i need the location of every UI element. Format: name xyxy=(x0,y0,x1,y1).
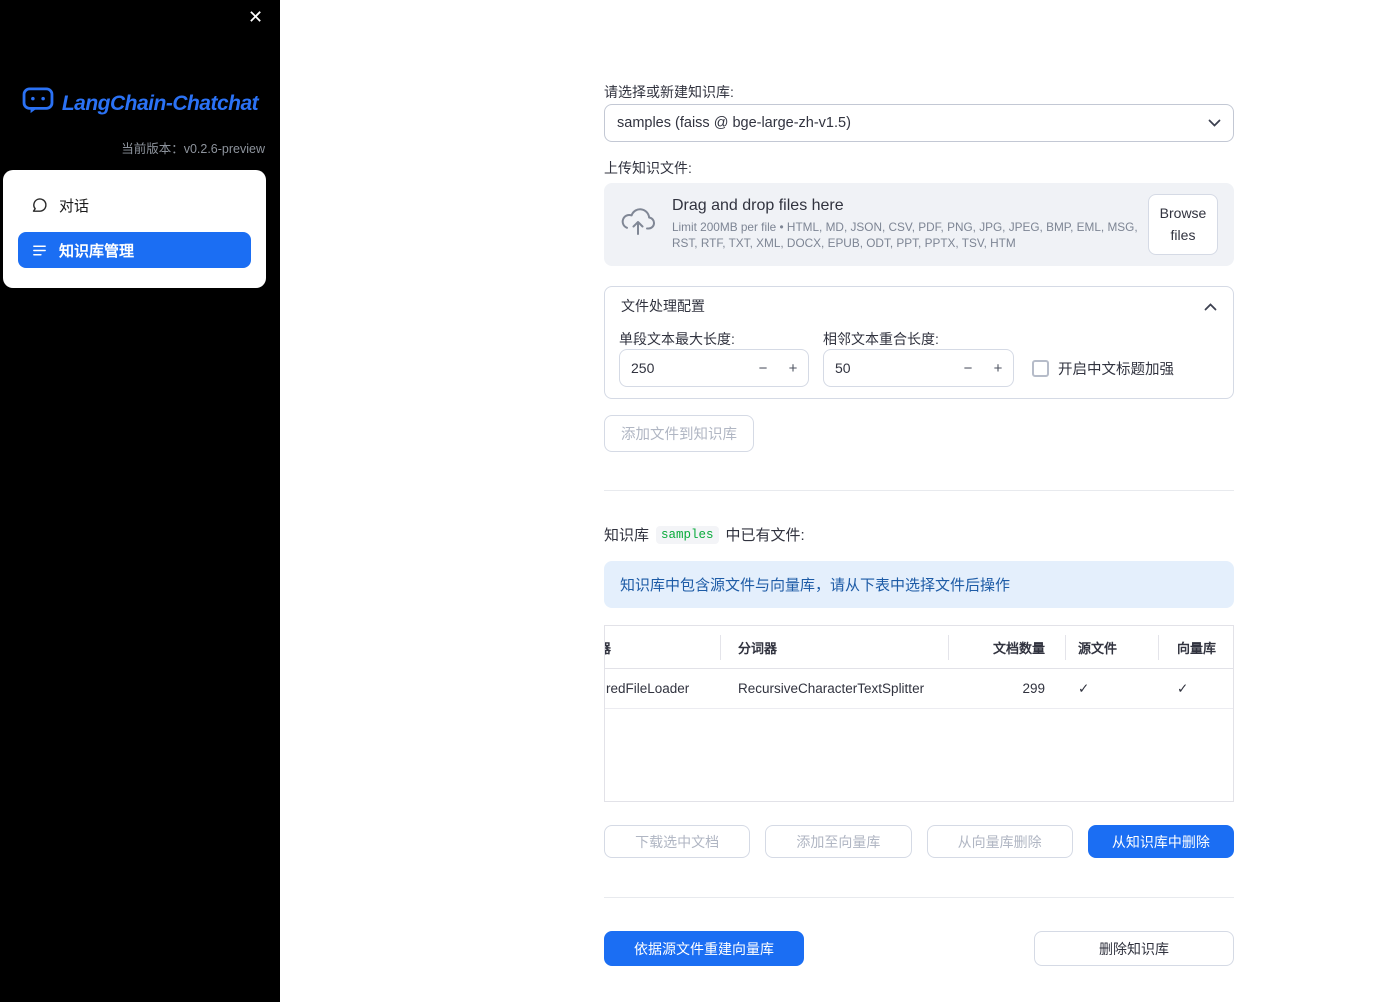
zh-title-enhance-label: 开启中文标题加强 xyxy=(1058,362,1174,378)
kb-select[interactable]: samples (faiss @ bge-large-zh-v1.5) xyxy=(604,104,1234,142)
info-text: 知识库中包含源文件与向量库，请从下表中选择文件后操作 xyxy=(620,577,1011,594)
minus-stepper-icon[interactable]: − xyxy=(953,360,983,377)
sidebar-menu: 对话 知识库管理 xyxy=(3,170,266,288)
download-selected-button[interactable]: 下载选中文档 xyxy=(604,825,751,858)
remove-from-vector-store-button[interactable]: 从向量库删除 xyxy=(926,825,1073,858)
header-divider xyxy=(1158,635,1159,660)
file-actions: 下载选中文档 添加至向量库 从向量库删除 从知识库中删除 xyxy=(604,825,1234,858)
add-to-vector-store-button[interactable]: 添加至向量库 xyxy=(765,825,912,858)
zh-title-enhance-checkbox[interactable] xyxy=(1032,360,1049,377)
cell-splitter: RecursiveCharacterTextSplitter xyxy=(738,681,925,696)
header-divider xyxy=(1065,635,1066,660)
plus-stepper-icon[interactable]: + xyxy=(778,360,808,377)
cell-doc-count: 299 xyxy=(1022,681,1045,696)
kb-name-code: samples xyxy=(656,525,719,544)
col-splitter: 分词器 xyxy=(738,640,778,656)
cell-loader: redFileLoader xyxy=(606,681,690,696)
main-content: 请选择或新建知识库: samples (faiss @ bge-large-zh… xyxy=(604,0,1234,1002)
overlap-value[interactable]: 50 xyxy=(824,360,953,376)
file-uploader-dropzone[interactable]: Drag and drop files here Limit 200MB per… xyxy=(604,183,1234,266)
existing-suffix: 中已有文件: xyxy=(725,527,805,544)
expander-header[interactable]: 文件处理配置 xyxy=(605,287,1233,325)
cloud-upload-icon xyxy=(620,208,656,241)
chevron-down-icon xyxy=(1208,119,1221,127)
table-header: 器 分词器 文档数量 源文件 向量库 xyxy=(605,626,1233,669)
logo-chat-icon xyxy=(22,87,54,120)
col-loader: 器 xyxy=(605,626,720,668)
sidebar: ✕ LangChain-Chatchat 当前版本：v0.2.6-preview… xyxy=(0,0,280,1002)
kb-select-label: 请选择或新建知识库: xyxy=(604,84,734,100)
zh-title-enhance-row: 开启中文标题加强 xyxy=(1032,358,1174,379)
delete-kb-button[interactable]: 删除知识库 xyxy=(1034,931,1234,966)
delete-from-kb-button[interactable]: 从知识库中删除 xyxy=(1087,825,1234,858)
table-row[interactable]: redFileLoader RecursiveCharacterTextSpli… xyxy=(605,669,1233,709)
header-divider xyxy=(720,635,721,660)
list-icon xyxy=(31,242,48,259)
existing-files-heading: 知识库 samples 中已有文件: xyxy=(604,524,805,545)
version-text: 当前版本：v0.2.6-preview xyxy=(121,142,265,156)
uploader-texts: Drag and drop files here Limit 200MB per… xyxy=(672,197,1140,252)
overlap-label: 相邻文本重合长度: xyxy=(823,331,939,347)
max-length-label: 单段文本最大长度: xyxy=(619,331,735,347)
kb-actions: 依据源文件重建向量库 删除知识库 xyxy=(604,931,1234,966)
plus-stepper-icon[interactable]: + xyxy=(983,360,1013,377)
overlap-input[interactable]: 50 − + xyxy=(823,349,1014,387)
close-sidebar-icon[interactable]: ✕ xyxy=(248,7,263,27)
expander-title: 文件处理配置 xyxy=(621,298,705,314)
col-source-file: 源文件 xyxy=(1078,640,1118,656)
app-logo: LangChain-Chatchat xyxy=(0,87,280,120)
divider xyxy=(604,490,1234,491)
files-table[interactable]: 器 分词器 文档数量 源文件 向量库 redFileLoader Recursi… xyxy=(604,625,1234,802)
sidebar-item-knowledge-base[interactable]: 知识库管理 xyxy=(18,232,251,268)
sidebar-item-label: 对话 xyxy=(59,197,90,215)
minus-stepper-icon[interactable]: − xyxy=(748,360,778,377)
divider xyxy=(604,897,1234,898)
uploader-title: Drag and drop files here xyxy=(672,197,844,215)
kb-select-value: samples (faiss @ bge-large-zh-v1.5) xyxy=(617,115,851,131)
cell-source-check: ✓ xyxy=(1078,680,1090,696)
file-config-expander: 文件处理配置 单段文本最大长度: 相邻文本重合长度: 250 − + 50 − … xyxy=(604,286,1234,399)
sidebar-item-dialogue[interactable]: 对话 xyxy=(18,187,251,223)
chevron-up-icon xyxy=(1204,298,1217,314)
max-length-value[interactable]: 250 xyxy=(620,360,748,376)
info-banner: 知识库中包含源文件与向量库，请从下表中选择文件后操作 xyxy=(604,561,1234,608)
uploader-subtitle: Limit 200MB per file • HTML, MD, JSON, C… xyxy=(672,220,1138,250)
sidebar-item-label: 知识库管理 xyxy=(59,242,135,260)
header-divider xyxy=(948,635,949,660)
uploader-label: 上传知识文件: xyxy=(604,160,692,176)
add-files-to-kb-button[interactable]: 添加文件到知识库 xyxy=(604,415,754,452)
cell-vector-check: ✓ xyxy=(1177,680,1189,696)
browse-files-button[interactable]: Browse files xyxy=(1148,193,1218,256)
existing-prefix: 知识库 xyxy=(604,527,650,544)
col-doc-count: 文档数量 xyxy=(992,640,1045,656)
col-vector-store: 向量库 xyxy=(1177,640,1217,656)
logo-text: LangChain-Chatchat xyxy=(61,91,259,115)
max-length-input[interactable]: 250 − + xyxy=(619,349,809,387)
rebuild-vector-store-button[interactable]: 依据源文件重建向量库 xyxy=(604,931,804,966)
chat-icon xyxy=(31,197,48,214)
